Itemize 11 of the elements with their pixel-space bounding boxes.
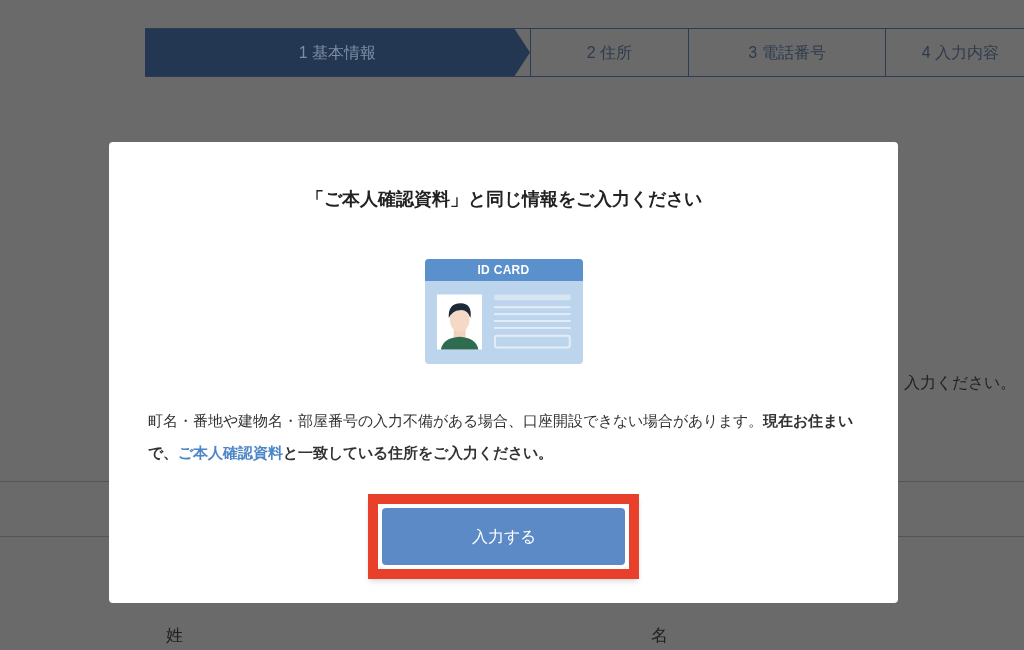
instruction-text: 入力ください。: [904, 373, 1016, 393]
person-photo-icon: [436, 294, 482, 350]
document-link[interactable]: ご本人確認資料: [177, 444, 283, 461]
submit-button[interactable]: 入力する: [382, 508, 625, 565]
dialog-title: 「ご本人確認資料」と同じ情報をご入力ください: [305, 188, 702, 211]
step-tab[interactable]: 1 基本情報: [145, 29, 530, 76]
text-lines-icon: [493, 294, 571, 350]
dialog-message: 町名・番地や建物名・部屋番号の入力不備がある場合、口座開設できない場合があります。現在お住まいで、ご本人確認資料と一致している住所をご入力ください。: [147, 411, 854, 463]
field-label: 名: [651, 625, 668, 647]
field-label: 姓: [166, 625, 183, 647]
card-title: ID CARD: [477, 262, 530, 279]
